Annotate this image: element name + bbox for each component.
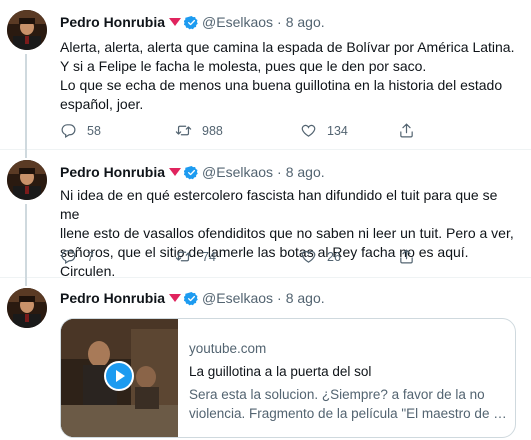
author-handle[interactable]: @Eselkaos: [202, 290, 273, 306]
heart-icon: [169, 18, 182, 26]
author-handle[interactable]: @Eselkaos: [202, 14, 273, 30]
reply-icon: [61, 124, 76, 138]
tweet-header: Pedro Honrubia @Eselkaos · 8 ago.: [60, 290, 325, 306]
tweet-actions: 58 988 134: [60, 122, 460, 142]
play-icon[interactable]: [104, 361, 134, 391]
avatar[interactable]: [7, 10, 47, 50]
retweet-button[interactable]: 74: [175, 248, 216, 265]
author-handle[interactable]: @Eselkaos: [202, 164, 273, 180]
reply-button[interactable]: 58: [60, 122, 101, 139]
share-button[interactable]: [398, 122, 425, 139]
author-name[interactable]: Pedro Honrubia: [60, 290, 165, 306]
separator-dot: ·: [277, 164, 282, 180]
tweet-text: Alerta, alerta, alerta que camina la esp…: [60, 38, 520, 114]
avatar[interactable]: [7, 160, 47, 200]
author-name[interactable]: Pedro Honrubia: [60, 164, 165, 180]
thread-line: [25, 278, 27, 286]
reply-button[interactable]: 7: [60, 248, 94, 265]
video-thumbnail[interactable]: [61, 319, 178, 437]
like-count: 26: [327, 249, 341, 264]
reply-icon: [61, 250, 76, 264]
share-button[interactable]: [398, 248, 425, 265]
card-description: Sera esta la solucion. ¿Siempre? a favor…: [189, 387, 507, 421]
verified-badge-icon: [184, 165, 198, 179]
card-body: youtube.com La guillotina a la puerta de…: [189, 339, 507, 423]
tweet-line: español, joer.: [60, 96, 144, 112]
tweet-header: Pedro Honrubia @Eselkaos · 8 ago.: [60, 164, 325, 180]
reply-count: 58: [87, 123, 101, 138]
like-button[interactable]: 134: [300, 122, 348, 139]
card-domain: youtube.com: [189, 341, 267, 356]
thread-line: [25, 54, 27, 150]
separator-dot: ·: [277, 14, 282, 30]
retweet-icon: [175, 125, 192, 136]
like-icon: [301, 250, 316, 263]
card-title: La guillotina a la puerta del sol: [189, 364, 372, 379]
tweet-time[interactable]: 8 ago.: [286, 14, 325, 30]
separator-dot: ·: [277, 290, 282, 306]
tweet-line: llene esto de vasallos ofendiditos que n…: [60, 225, 514, 241]
thread-line: [25, 150, 27, 158]
retweet-count: 988: [202, 123, 223, 138]
retweet-count: 74: [202, 249, 216, 264]
tweet-line: Ni idea de en qué estercolero fascista h…: [60, 187, 498, 222]
share-icon: [400, 249, 413, 264]
share-icon: [400, 123, 413, 138]
tweet-2[interactable]: Pedro Honrubia @Eselkaos · 8 ago. Ni ide…: [0, 150, 531, 279]
verified-badge-icon: [184, 291, 198, 305]
heart-icon: [169, 168, 182, 176]
tweet-line: Lo que se echa de menos una buena guillo…: [60, 77, 503, 93]
tweet-1[interactable]: Pedro Honrubia @Eselkaos · 8 ago. Alerta…: [0, 0, 531, 150]
link-preview-card[interactable]: youtube.com La guillotina a la puerta de…: [60, 318, 516, 438]
retweet-icon: [175, 251, 192, 262]
retweet-button[interactable]: 988: [175, 122, 223, 139]
tweet-time[interactable]: 8 ago.: [286, 164, 325, 180]
reply-count: 7: [87, 249, 94, 264]
like-count: 134: [327, 123, 348, 138]
verified-badge-icon: [184, 15, 198, 29]
like-icon: [301, 124, 316, 137]
heart-icon: [169, 294, 182, 302]
thread-line: [25, 204, 27, 278]
tweet-header: Pedro Honrubia @Eselkaos · 8 ago.: [60, 14, 325, 30]
author-name[interactable]: Pedro Honrubia: [60, 14, 165, 30]
tweet-actions: 7 74 26: [60, 248, 460, 268]
tweet-time[interactable]: 8 ago.: [286, 290, 325, 306]
like-button[interactable]: 26: [300, 248, 341, 265]
avatar[interactable]: [7, 288, 47, 328]
tweet-line: Y si a Felipe le facha le molesta, pues …: [60, 58, 427, 74]
tweet-line: Alerta, alerta, alerta que camina la esp…: [60, 39, 515, 55]
